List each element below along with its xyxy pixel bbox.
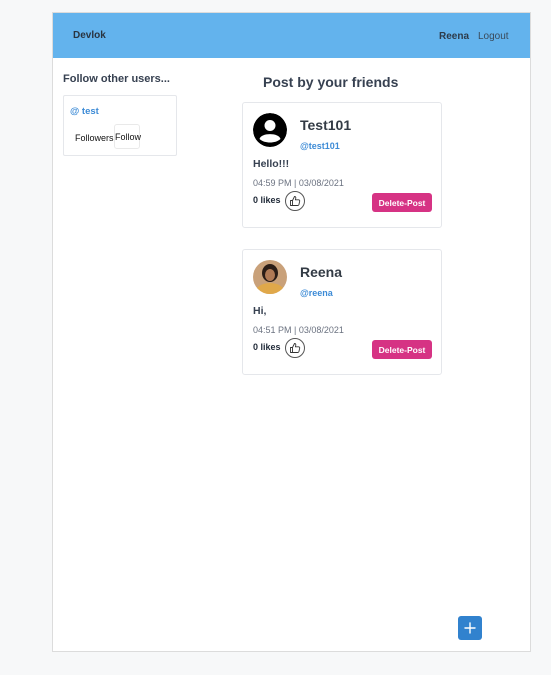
follow-suggestion-card: @ test Followers Follow — [63, 95, 177, 156]
post-author-handle[interactable]: @test101 — [300, 141, 340, 151]
plus-icon — [464, 622, 476, 634]
like-button[interactable] — [285, 191, 305, 211]
delete-post-button[interactable]: Delete-Post — [372, 193, 432, 212]
delete-post-button[interactable]: Delete-Post — [372, 340, 432, 359]
navbar: Devlok Reena Logout — [53, 13, 530, 58]
default-user-icon — [253, 113, 287, 147]
thumbs-up-icon — [290, 196, 301, 206]
feed-title: Post by your friends — [263, 74, 399, 90]
post-content: Hi, — [253, 305, 267, 317]
sidebar-title: Follow other users... — [63, 73, 170, 85]
post-card: Test101 @test101 Hello!!! 04:59 PM | 03/… — [242, 102, 442, 228]
post-content: Hello!!! — [253, 158, 290, 170]
user-photo — [253, 260, 287, 294]
like-button[interactable] — [285, 338, 305, 358]
suggested-user-handle[interactable]: @ test — [70, 106, 99, 117]
brand-link[interactable]: Devlok — [73, 30, 106, 41]
follow-button[interactable]: Follow — [114, 124, 141, 149]
post-timestamp: 04:51 PM | 03/08/2021 — [253, 325, 344, 335]
nav-user-link[interactable]: Reena — [439, 31, 469, 42]
post-author-handle[interactable]: @reena — [300, 288, 333, 298]
add-post-button[interactable] — [458, 616, 482, 640]
post-timestamp: 04:59 PM | 03/08/2021 — [253, 178, 344, 188]
post-card: Reena @reena Hi, 04:51 PM | 03/08/2021 0… — [242, 249, 442, 375]
likes-count: 0 likes — [253, 195, 281, 205]
app-window: Devlok Reena Logout Follow other users..… — [52, 12, 531, 652]
logout-link[interactable]: Logout — [478, 31, 509, 42]
post-author-name[interactable]: Reena — [300, 264, 342, 280]
likes-count: 0 likes — [253, 342, 281, 352]
thumbs-up-icon — [290, 343, 301, 353]
followers-label: Followers — [75, 133, 114, 143]
post-author-name[interactable]: Test101 — [300, 117, 351, 133]
